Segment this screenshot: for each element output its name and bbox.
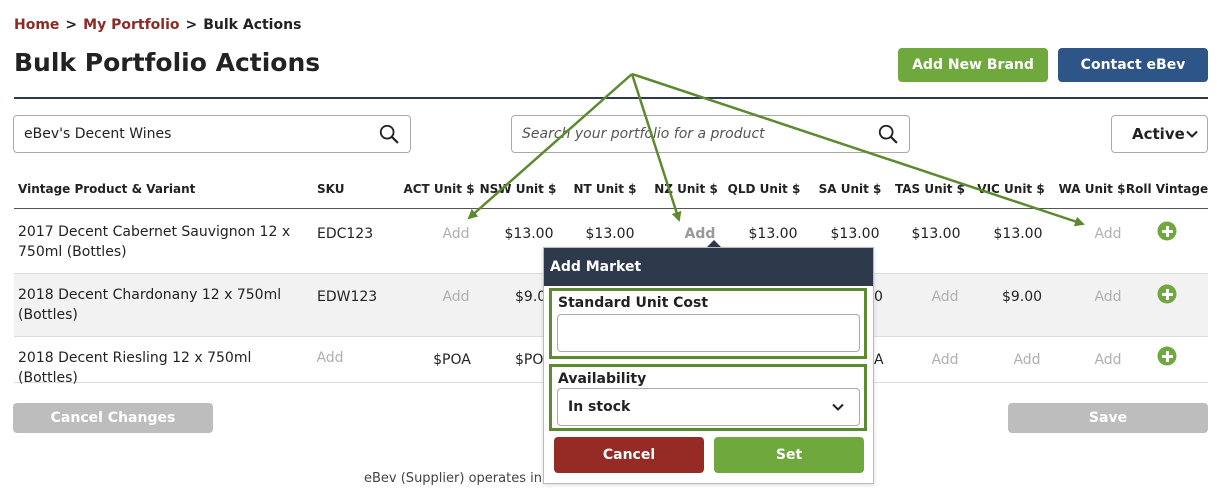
- popup-cancel-button[interactable]: Cancel: [554, 437, 704, 473]
- breadcrumb: Home > My Portfolio > Bulk Actions: [14, 17, 301, 33]
- act-add-link[interactable]: Add: [442, 289, 469, 305]
- breadcrumb-portfolio-link[interactable]: My Portfolio: [83, 17, 179, 33]
- search-icon[interactable]: [378, 123, 400, 145]
- sku-cell: EDW123: [317, 289, 378, 305]
- column-header-qld: QLD Unit $: [727, 182, 801, 196]
- chevron-down-icon: [1186, 130, 1198, 138]
- add-market-popup: Add Market Standard Unit Cost Availabili…: [543, 247, 874, 484]
- search-icon[interactable]: [877, 123, 899, 145]
- breadcrumb-home-link[interactable]: Home: [14, 17, 59, 33]
- tas-price-cell[interactable]: $13.00: [912, 226, 961, 242]
- breadcrumb-separator: >: [65, 17, 78, 33]
- status-filter-select[interactable]: Active: [1111, 115, 1208, 153]
- cancel-changes-button[interactable]: Cancel Changes: [13, 403, 213, 433]
- product-search-input[interactable]: Search your portfolio for a product: [511, 115, 910, 153]
- popup-set-button[interactable]: Set: [714, 437, 864, 473]
- vic-price-cell[interactable]: $13.00: [994, 226, 1043, 242]
- wa-add-link[interactable]: Add: [1094, 289, 1121, 305]
- brand-search-value: eBev's Decent Wines: [24, 126, 172, 142]
- column-header-nt: NT Unit $: [573, 182, 637, 196]
- contact-ebev-button[interactable]: Contact eBev: [1058, 48, 1208, 82]
- add-new-brand-button[interactable]: Add New Brand: [898, 48, 1048, 82]
- unit-cost-input[interactable]: [557, 314, 860, 352]
- unit-cost-label: Standard Unit Cost: [558, 295, 709, 311]
- table-header-divider: [14, 208, 1208, 209]
- nsw-price-cell[interactable]: $PO: [515, 352, 543, 368]
- sku-cell: EDC123: [317, 226, 374, 242]
- wa-add-link[interactable]: Add: [1094, 226, 1121, 242]
- column-header-tas: TAS Unit $: [894, 182, 966, 196]
- column-header-nsw: NSW Unit $: [479, 182, 557, 196]
- nsw-price-cell[interactable]: $9.0: [515, 289, 546, 305]
- nt-price-cell[interactable]: $13.00: [586, 226, 635, 242]
- header-divider: [14, 97, 1208, 99]
- column-header-product: Vintage Product & Variant: [18, 182, 196, 196]
- breadcrumb-separator: >: [185, 17, 198, 33]
- nsw-price-cell[interactable]: $13.00: [505, 226, 554, 242]
- sa-price-cell-partial[interactable]: 0: [874, 289, 883, 305]
- product-name: 2018 Decent Chardonany 12 x 750ml (Bottl…: [18, 287, 282, 323]
- popup-title: Add Market: [544, 248, 873, 286]
- tas-add-link[interactable]: Add: [931, 352, 958, 368]
- product-name: 2018 Decent Riesling 12 x 750ml (Bottles…: [18, 350, 252, 386]
- brand-search-input[interactable]: eBev's Decent Wines: [13, 115, 411, 153]
- wa-add-link[interactable]: Add: [1094, 352, 1121, 368]
- page-title: Bulk Portfolio Actions: [14, 48, 321, 77]
- tas-add-link[interactable]: Add: [931, 289, 958, 305]
- column-header-vic: VIC Unit $: [977, 182, 1045, 196]
- roll-vintage-plus-icon[interactable]: [1157, 221, 1177, 241]
- product-name: 2017 Decent Cabernet Sauvignon 12 x 750m…: [18, 224, 291, 260]
- qld-price-cell[interactable]: $13.00: [749, 226, 798, 242]
- column-header-sku: SKU: [317, 182, 345, 196]
- act-price-cell[interactable]: $POA: [433, 352, 471, 368]
- act-add-link[interactable]: Add: [442, 226, 469, 242]
- column-header-nz: NZ Unit $: [654, 182, 718, 196]
- breadcrumb-current: Bulk Actions: [203, 17, 302, 33]
- roll-vintage-plus-icon[interactable]: [1157, 346, 1177, 366]
- availability-select[interactable]: In stock: [557, 388, 860, 426]
- sku-add-link[interactable]: Add: [316, 350, 343, 366]
- save-button[interactable]: Save: [1008, 403, 1208, 433]
- column-header-wa: WA Unit $: [1058, 182, 1126, 196]
- availability-group: Availability In stock: [549, 364, 867, 431]
- column-header-sa: SA Unit $: [818, 182, 882, 196]
- footer-markets-text: eBev (Supplier) operates in (U: [364, 471, 561, 486]
- column-header-act: ACT Unit $: [403, 182, 475, 196]
- product-search-placeholder: Search your portfolio for a product: [522, 126, 765, 142]
- status-filter-value: Active: [1132, 125, 1185, 143]
- column-header-roll-vintage: Roll Vintage: [1125, 182, 1209, 196]
- roll-vintage-plus-icon[interactable]: [1157, 284, 1177, 304]
- vic-price-cell[interactable]: $9.00: [1002, 289, 1042, 305]
- sa-price-cell[interactable]: $13.00: [831, 226, 880, 242]
- unit-cost-group: Standard Unit Cost: [549, 288, 867, 359]
- sa-price-cell-partial[interactable]: A: [874, 352, 884, 368]
- chevron-down-icon: [832, 403, 844, 411]
- availability-label: Availability: [558, 371, 647, 387]
- vic-add-link[interactable]: Add: [1013, 352, 1040, 368]
- availability-value: In stock: [568, 399, 631, 415]
